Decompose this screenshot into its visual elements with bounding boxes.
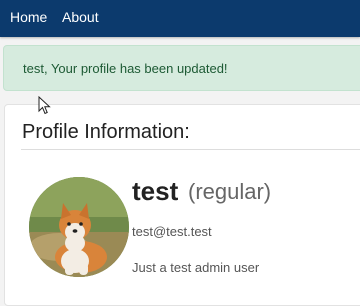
alert-message: test, Your profile has been updated! bbox=[23, 61, 228, 76]
profile-role: (regular) bbox=[188, 179, 272, 204]
nav-home-link[interactable]: Home bbox=[10, 9, 47, 25]
profile-heading: Profile Information: bbox=[22, 121, 190, 143]
mouse-pointer-icon bbox=[38, 96, 51, 115]
nav-about-link[interactable]: About bbox=[62, 9, 99, 25]
divider bbox=[21, 149, 360, 150]
avatar bbox=[29, 177, 129, 277]
profile-bio: Just a test admin user bbox=[132, 260, 260, 275]
profile-username: test bbox=[132, 176, 179, 206]
profile-card: Profile Information: test (regular) test… bbox=[4, 104, 360, 306]
profile-email: test@test.test bbox=[132, 224, 212, 239]
dog-avatar-icon bbox=[29, 177, 129, 277]
success-alert: test, Your profile has been updated! bbox=[3, 45, 360, 91]
navbar: Home About bbox=[0, 0, 360, 37]
